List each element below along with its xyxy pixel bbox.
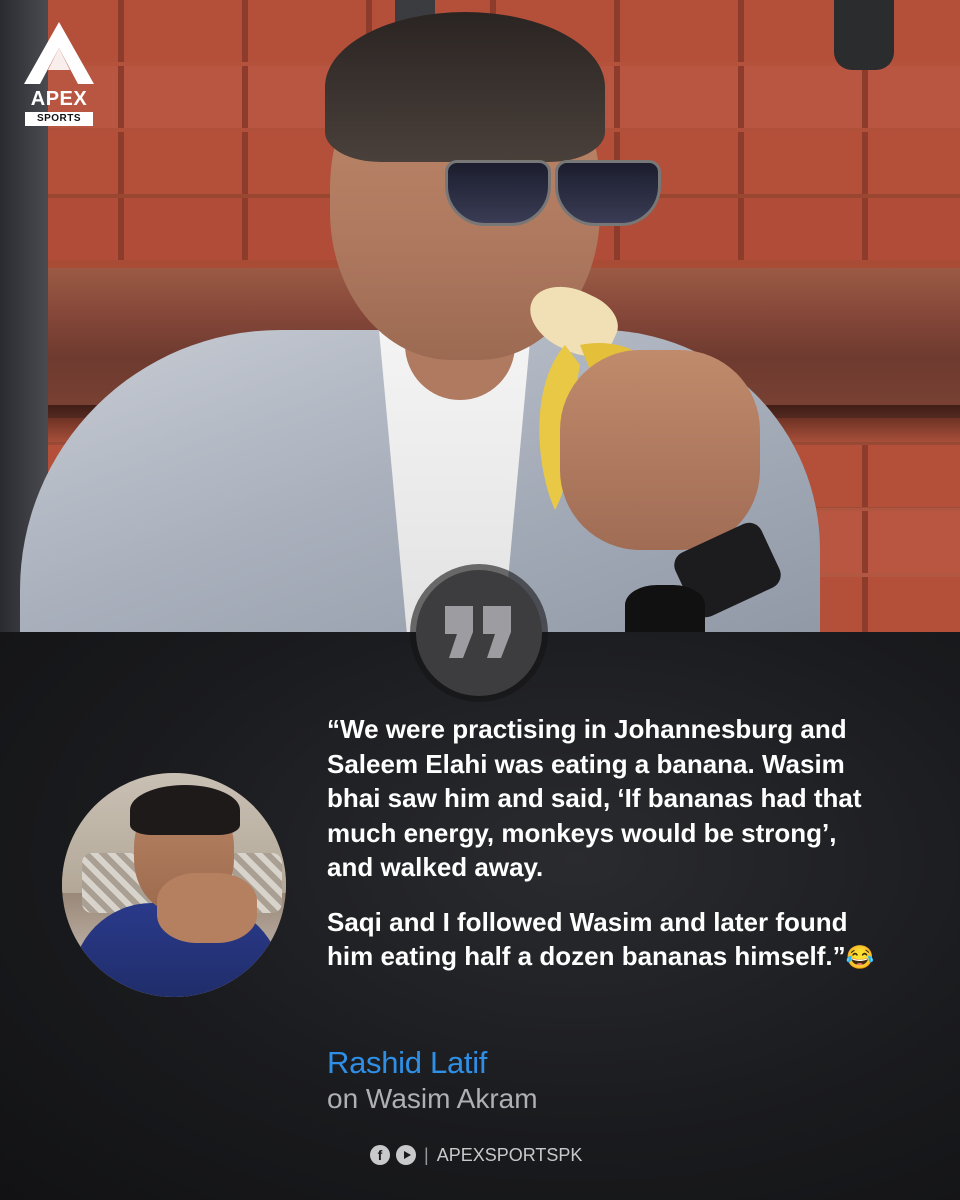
logo-sub-text: SPORTS — [25, 112, 93, 126]
speaker-avatar — [62, 773, 286, 997]
quote-marks-icon — [445, 606, 511, 658]
facebook-icon[interactable]: f — [370, 1145, 390, 1165]
person-hand — [560, 350, 760, 550]
social-handle[interactable]: APEXSPORTSPK — [437, 1145, 583, 1166]
wall-lamp — [834, 0, 894, 70]
hero-photo: APEX SPORTS — [0, 0, 960, 632]
apex-sports-logo: APEX SPORTS — [18, 20, 100, 128]
quote-badge — [416, 570, 542, 696]
author-subtitle: on Wasim Akram — [327, 1083, 538, 1114]
footer-separator: | — [424, 1144, 429, 1165]
quote-text: “We were practising in Johannesburg and … — [327, 712, 887, 975]
youtube-icon[interactable] — [396, 1145, 416, 1165]
author-name: Rashid Latif — [327, 1045, 488, 1080]
quote-paragraph-1: “We were practising in Johannesburg and … — [327, 714, 862, 882]
apex-logo-mark-icon — [24, 22, 94, 84]
footer-social: f | APEXSPORTSPK — [370, 1142, 582, 1168]
logo-main-text: APEX — [30, 88, 88, 110]
laughing-emoji-icon: 😂 — [845, 944, 875, 970]
sunglasses — [395, 160, 661, 226]
post-card: APEX SPORTS “We were practising in Johan… — [0, 0, 960, 1200]
quote-paragraph-2: Saqi and I followed Wasim and later foun… — [327, 906, 848, 972]
